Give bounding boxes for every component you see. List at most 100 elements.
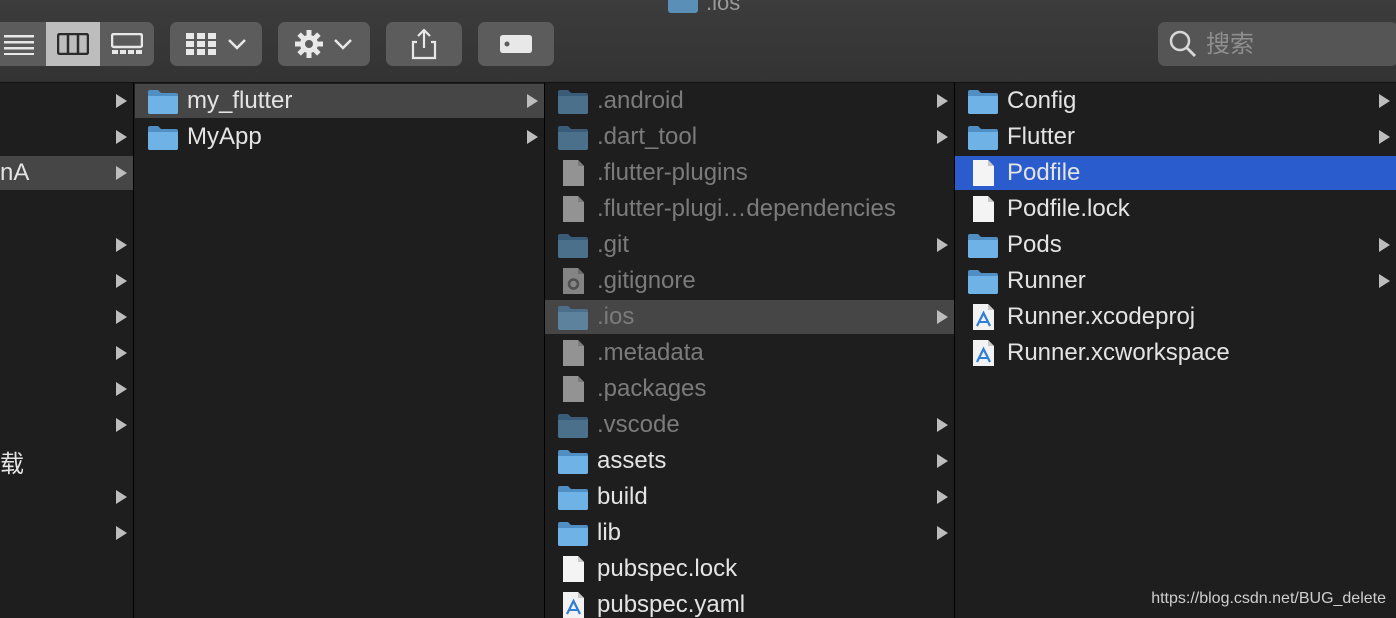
disclosure-arrow-icon (937, 310, 948, 324)
file-type-icon (557, 304, 589, 330)
toolbar: .ios (0, 0, 1396, 83)
column-view-button[interactable] (46, 22, 100, 66)
list-item[interactable]: Config (955, 84, 1396, 118)
folder-icon (558, 450, 588, 474)
list-item[interactable]: Podfile (955, 156, 1396, 190)
list-view-button[interactable] (0, 22, 46, 66)
list-item[interactable]: pubspec.lock (545, 552, 954, 586)
list-item[interactable] (0, 480, 133, 514)
disclosure-arrow-icon (116, 418, 127, 432)
item-label: 载 (0, 450, 24, 478)
list-item[interactable] (0, 120, 133, 154)
column-1[interactable]: nA 载 (0, 83, 134, 618)
tag-button[interactable] (478, 22, 554, 66)
list-item[interactable] (0, 408, 133, 442)
settings-file-icon (563, 268, 584, 294)
disclosure-arrow-icon (937, 94, 948, 108)
list-item[interactable]: .git (545, 228, 954, 262)
list-item[interactable]: Runner (955, 264, 1396, 298)
file-type-icon (557, 124, 589, 150)
disclosure-arrow-icon (1379, 238, 1390, 252)
list-item[interactable] (0, 300, 133, 334)
list-item[interactable]: .packages (545, 372, 954, 406)
document-icon (973, 160, 994, 186)
file-type-icon (967, 232, 999, 258)
action-menu-button[interactable] (278, 22, 370, 66)
yaml-file-icon (563, 592, 584, 618)
item-label: Pods (1007, 231, 1062, 258)
document-icon (973, 196, 994, 222)
disclosure-arrow-icon (116, 238, 127, 252)
item-label: Flutter (1007, 123, 1076, 150)
folder-icon (558, 522, 588, 546)
gallery-view-icon (111, 33, 143, 54)
list-item[interactable]: .metadata (545, 336, 954, 370)
list-item[interactable]: Pods (955, 228, 1396, 262)
disclosure-arrow-icon (116, 346, 127, 360)
list-item[interactable]: .android (545, 84, 954, 118)
disclosure-arrow-icon (527, 94, 538, 108)
search-field[interactable] (1158, 22, 1396, 66)
list-item[interactable]: .gitignore (545, 264, 954, 298)
list-item[interactable]: build (545, 480, 954, 514)
disclosure-arrow-icon (1379, 130, 1390, 144)
list-item[interactable] (0, 264, 133, 298)
share-button[interactable] (386, 22, 462, 66)
item-label: .flutter-plugins (597, 159, 748, 186)
search-icon (1169, 30, 1196, 57)
disclosure-arrow-icon (116, 166, 127, 180)
list-item[interactable] (0, 336, 133, 370)
column-3[interactable]: .android .dart_tool .flutter-plugins .flutt… (545, 83, 955, 618)
column-2[interactable]: my_flutter MyApp (135, 83, 545, 618)
list-item[interactable] (0, 192, 133, 226)
list-item[interactable]: .flutter-plugins (545, 156, 954, 190)
gallery-view-button[interactable] (100, 22, 154, 66)
column-view-icon (57, 33, 89, 55)
item-label: nA (0, 159, 30, 186)
list-item[interactable] (0, 228, 133, 262)
folder-icon (558, 306, 588, 330)
list-item[interactable]: .dart_tool (545, 120, 954, 154)
item-label: .dart_tool (597, 123, 698, 150)
xcode-project-icon (973, 340, 994, 366)
list-item[interactable]: 载 (0, 444, 133, 478)
item-label: Config (1007, 87, 1077, 114)
list-item[interactable]: pubspec.yaml (545, 588, 954, 618)
disclosure-arrow-icon (937, 526, 948, 540)
list-item[interactable] (0, 516, 133, 550)
column-4[interactable]: Config Flutter Podfile Podfile.lock Pods Runn… (955, 83, 1396, 618)
list-item[interactable]: my_flutter (135, 84, 544, 118)
list-item[interactable]: Flutter (955, 120, 1396, 154)
list-item[interactable]: lib (545, 516, 954, 550)
group-by-button[interactable] (170, 22, 262, 66)
xcode-project-icon (973, 304, 994, 330)
list-item[interactable]: Podfile.lock (955, 192, 1396, 226)
file-type-icon (147, 124, 179, 150)
document-icon (563, 556, 584, 582)
disclosure-arrow-icon (937, 490, 948, 504)
window-title-text: .ios (706, 0, 741, 15)
file-type-icon (557, 160, 589, 186)
file-type-icon (557, 376, 589, 402)
search-input[interactable] (1204, 29, 1388, 59)
list-item[interactable]: assets (545, 444, 954, 478)
item-label: .android (597, 87, 684, 114)
watermark-text: https://blog.csdn.net/BUG_delete (1151, 590, 1386, 607)
item-label: .vscode (597, 411, 680, 438)
file-type-icon (557, 592, 589, 618)
folder-icon (148, 126, 178, 150)
list-item[interactable]: Runner.xcworkspace (955, 336, 1396, 370)
list-item[interactable] (0, 84, 133, 118)
list-item[interactable] (0, 372, 133, 406)
disclosure-arrow-icon (1379, 274, 1390, 288)
file-type-icon (557, 340, 589, 366)
list-item[interactable]: .vscode (545, 408, 954, 442)
list-item[interactable]: nA (0, 156, 133, 190)
list-item[interactable]: .flutter-plugi…dependencies (545, 192, 954, 226)
chevron-down-icon (228, 39, 246, 50)
list-item[interactable]: Runner.xcodeproj (955, 300, 1396, 334)
item-label: .packages (597, 375, 707, 402)
list-item[interactable]: .ios (545, 300, 954, 334)
file-type-icon (967, 124, 999, 150)
list-item[interactable]: MyApp (135, 120, 544, 154)
